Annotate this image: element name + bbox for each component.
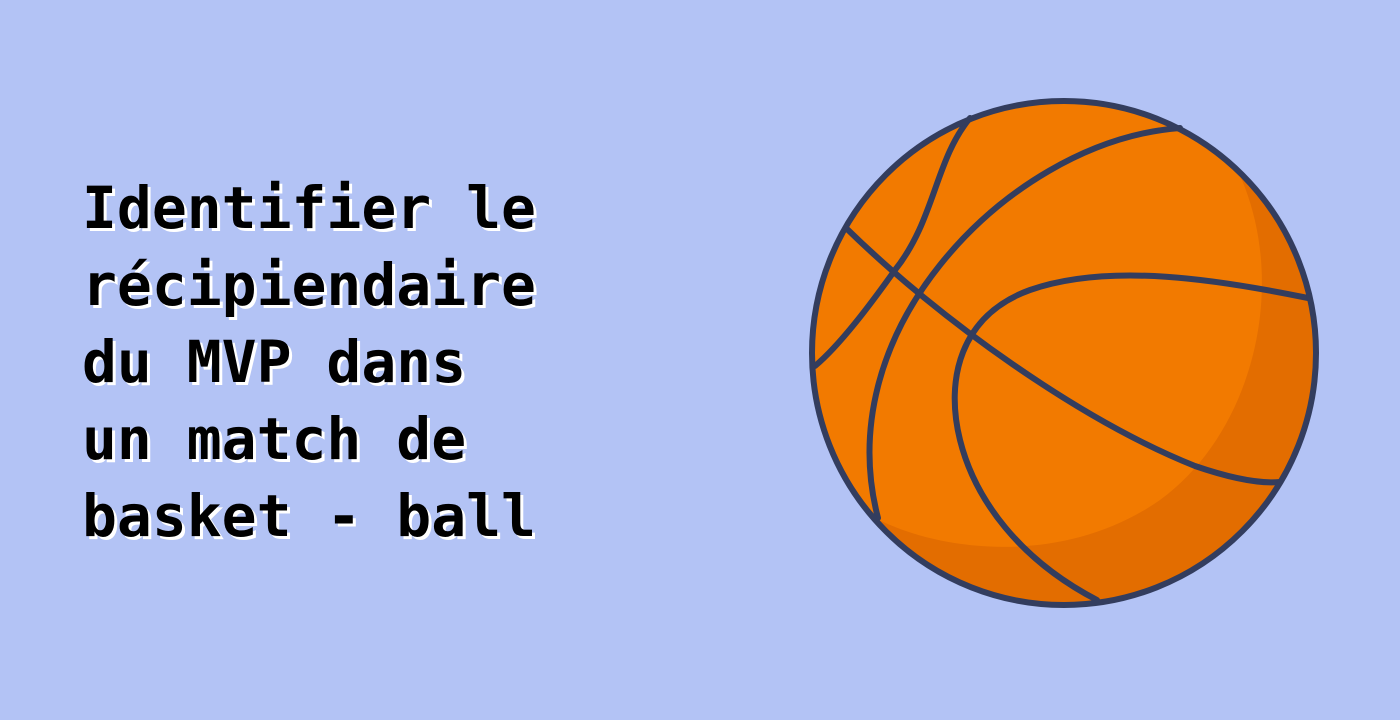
title-line-4: un match de [82, 405, 467, 473]
title-line-3: du MVP dans [82, 328, 467, 396]
basketball-icon [809, 98, 1319, 608]
title-line-1: Identifier le [82, 174, 536, 242]
title-line-2: récipiendaire [82, 251, 536, 319]
page-title: Identifier le récipiendaire du MVP dans … [82, 170, 642, 555]
title-line-5: basket - ball [82, 482, 536, 550]
